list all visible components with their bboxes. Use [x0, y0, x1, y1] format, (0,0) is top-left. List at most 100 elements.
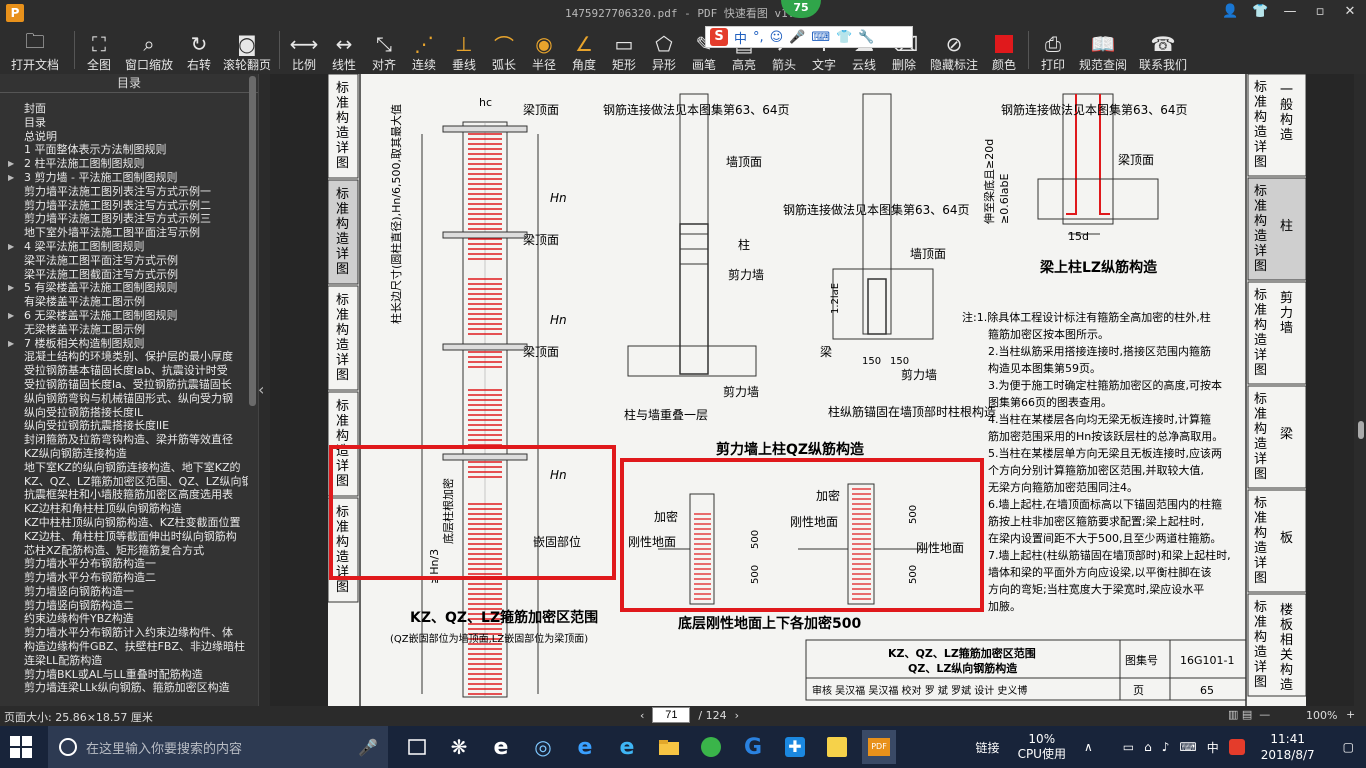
- file-explorer-icon[interactable]: [652, 730, 686, 764]
- link-label[interactable]: 链接: [976, 739, 1000, 756]
- toc-item[interactable]: KZ边柱、角柱柱顶等截面伸出时纵向钢筋构: [0, 530, 248, 544]
- volume-icon[interactable]: ♪: [1162, 740, 1170, 754]
- 360-browser-icon[interactable]: ◎: [526, 730, 560, 764]
- toc-item[interactable]: 无梁楼盖平法施工图示例: [0, 323, 248, 337]
- toc-item[interactable]: 纵向受拉钢筋抗震搭接长度llE: [0, 419, 248, 433]
- sogou-icon[interactable]: S: [710, 28, 728, 46]
- toc-item[interactable]: ▶ 4 梁平法施工图制图规则: [0, 240, 248, 254]
- toc-item[interactable]: ▶ 5 有梁楼盖平法施工图制图规则: [0, 281, 248, 295]
- keyboard-icon[interactable]: ⌨: [1179, 740, 1196, 754]
- ime-punct[interactable]: °,: [753, 30, 764, 45]
- sogou-tray-icon[interactable]: [1228, 739, 1245, 755]
- ime-toolbar[interactable]: S 中 °, ☺ 🎤 ⌨ 👕 🔧: [705, 26, 913, 48]
- clock[interactable]: 11:41 2018/8/7: [1261, 731, 1315, 763]
- toc-list[interactable]: 封面 目录 总说明 1 平面整体表示方法制图规则 ▶ 2 柱平法施工图制图规则 ▶ 3 剪力墙…: [0, 102, 248, 702]
- toc-item[interactable]: 剪力墙BKL或AL与LL重叠时配筋构造: [0, 668, 248, 682]
- toolbar-angle-button[interactable]: ∠ 角度: [564, 26, 604, 74]
- toolbar-rect-button[interactable]: ▭ 矩形: [604, 26, 644, 74]
- toc-item[interactable]: 受拉钢筋基本锚固长度lab、抗震设计时受: [0, 364, 248, 378]
- zoom-level[interactable]: 100%: [1306, 709, 1337, 722]
- expand-arrow-icon[interactable]: ▶: [8, 309, 14, 323]
- toc-item[interactable]: 纵向受拉钢筋搭接长度lL: [0, 406, 248, 420]
- toc-item[interactable]: 抗震框架柱和小墙肢箍筋加密区高度选用表: [0, 488, 248, 502]
- toolbar-scale-button[interactable]: ⟷ 比例: [284, 26, 324, 74]
- toc-item[interactable]: 混凝土结构的环境类别、保护层的最小厚度: [0, 350, 248, 364]
- toc-item[interactable]: 梁平法施工图平面注写方式示例: [0, 254, 248, 268]
- toc-item[interactable]: 剪力墙连梁LLk纵向钢筋、箍筋加密区构造: [0, 681, 248, 695]
- skin-icon[interactable]: 👕: [836, 30, 852, 45]
- user-account-icon[interactable]: 👤: [1222, 3, 1238, 21]
- toc-item[interactable]: 剪力墙水平分布钢筋构造二: [0, 571, 248, 585]
- toc-item[interactable]: KZ中柱柱顶纵向钢筋构造、KZ柱变截面位置: [0, 516, 248, 530]
- taskbar-search[interactable]: 在这里输入你要搜索的内容 🎤: [48, 726, 388, 768]
- toolbar-rotate-button[interactable]: ↻ 右转: [179, 26, 219, 74]
- cross-app-icon[interactable]: ✚: [778, 730, 812, 764]
- toc-item[interactable]: ▶ 6 无梁楼盖平法施工图制图规则: [0, 309, 248, 323]
- toc-item[interactable]: 约束边缘构件YBZ构造: [0, 612, 248, 626]
- vpn-icon[interactable]: ▭: [1123, 740, 1134, 754]
- toc-item[interactable]: 总说明: [0, 130, 248, 144]
- page-number-input[interactable]: [652, 707, 691, 723]
- edge-icon[interactable]: e: [484, 730, 518, 764]
- toc-item[interactable]: 封闭箍筋及拉筋弯钩构造、梁并筋等效直径: [0, 433, 248, 447]
- toolbar-linear-button[interactable]: ↔ 线性: [324, 26, 364, 74]
- windows-start-icon[interactable]: [10, 736, 32, 762]
- ime-indicator[interactable]: 中: [1207, 739, 1219, 756]
- toc-item[interactable]: 剪力墙平法施工图列表注写方式示例一: [0, 185, 248, 199]
- tools-icon[interactable]: 🔧: [858, 30, 874, 45]
- ime-mode[interactable]: 中: [734, 28, 747, 47]
- notifications-icon[interactable]: ▢: [1343, 740, 1354, 754]
- zoom-in-icon[interactable]: +: [1346, 708, 1355, 721]
- expand-arrow-icon[interactable]: ▶: [8, 240, 14, 254]
- toc-item[interactable]: KZ纵向钢筋连接构造: [0, 447, 248, 461]
- fan-app-icon[interactable]: ❋: [442, 730, 476, 764]
- toc-item[interactable]: 受拉钢筋锚固长度la、受拉钢筋抗震锚固长: [0, 378, 248, 392]
- expand-arrow-icon[interactable]: ▶: [8, 337, 14, 351]
- toolbar-zoom-button[interactable]: ⌕ 窗口缩放: [119, 26, 179, 74]
- document-scroll-thumb[interactable]: [1358, 421, 1364, 439]
- toc-item[interactable]: 剪力墙平法施工图列表注写方式示例二: [0, 199, 248, 213]
- toolbar-folder-button[interactable]: 🗀 打开文档: [0, 26, 70, 74]
- toc-item[interactable]: 地下室外墙平法施工图平面注写示例: [0, 226, 248, 240]
- toolbar-continuous-button[interactable]: ⋰ 连续: [404, 26, 444, 74]
- skin-icon[interactable]: 👕: [1252, 3, 1268, 21]
- ie-icon[interactable]: e: [610, 730, 644, 764]
- minimize-button[interactable]: —: [1282, 3, 1298, 21]
- toc-item[interactable]: ▶ 2 柱平法施工图制图规则: [0, 157, 248, 171]
- toc-item[interactable]: ▶ 7 楼板相关构造制图规则: [0, 337, 248, 351]
- toc-item[interactable]: 剪力墙竖向钢筋构造二: [0, 599, 248, 613]
- tray-expand-icon[interactable]: ∧: [1084, 740, 1093, 754]
- toc-item[interactable]: 芯柱XZ配筋构造、矩形箍筋复合方式: [0, 544, 248, 558]
- edge-blue-icon[interactable]: e: [568, 730, 602, 764]
- toc-item[interactable]: 封面: [0, 102, 248, 116]
- 360-safe-icon[interactable]: [694, 730, 728, 764]
- toolbar-fit-button[interactable]: ⛶ 全图: [79, 26, 119, 74]
- toc-item[interactable]: 剪力墙水平分布钢筋计入约束边缘构件、体: [0, 626, 248, 640]
- pdf-app-icon[interactable]: PDF: [862, 730, 896, 764]
- expand-arrow-icon[interactable]: ▶: [8, 171, 14, 185]
- toolbar-mouse-button[interactable]: ◙ 滚轮翻页: [219, 26, 275, 74]
- toolbar-radius-button[interactable]: ◉ 半径: [524, 26, 564, 74]
- document-scrollbar[interactable]: [1356, 74, 1366, 706]
- cpu-usage[interactable]: 10% CPU使用: [1018, 732, 1066, 762]
- prev-page-icon[interactable]: ‹: [640, 709, 644, 722]
- toolbar-user-button[interactable]: ☎ 联系我们: [1133, 26, 1193, 74]
- toc-item[interactable]: 地下室KZ的纵向钢筋连接构造、地下室KZ的: [0, 461, 248, 475]
- toc-item[interactable]: 目录: [0, 116, 248, 130]
- next-page-icon[interactable]: ›: [735, 709, 739, 722]
- toc-item[interactable]: KZ、QZ、LZ箍筋加密区范围、QZ、LZ纵向钢: [0, 475, 248, 489]
- toolbar-hide-button[interactable]: ⊘ 隐藏标注: [924, 26, 984, 74]
- toc-item[interactable]: 梁平法施工图截面注写方式示例: [0, 268, 248, 282]
- emoji-icon[interactable]: ☺: [770, 30, 784, 45]
- network-icon[interactable]: ⌂: [1144, 740, 1152, 754]
- toolbar-printer-button[interactable]: ⎙ 打印: [1033, 26, 1073, 74]
- toolbar-polygon-button[interactable]: ⬠ 异形: [644, 26, 684, 74]
- toc-item[interactable]: KZ边柱和角柱柱顶纵向钢筋构造: [0, 502, 248, 516]
- toc-item[interactable]: 构造边缘构件GBZ、扶壁柱FBZ、非边缘暗柱: [0, 640, 248, 654]
- task-view-icon[interactable]: [400, 730, 434, 764]
- expand-arrow-icon[interactable]: ▶: [8, 281, 14, 295]
- view-mode-icons[interactable]: ▥ ▤ —: [1228, 708, 1270, 721]
- toc-item[interactable]: 剪力墙平法施工图列表注写方式示例三: [0, 212, 248, 226]
- toc-item[interactable]: ▶ 3 剪力墙 - 平法施工图制图规则: [0, 171, 248, 185]
- toolbar-align-button[interactable]: ⤡ 对齐: [364, 26, 404, 74]
